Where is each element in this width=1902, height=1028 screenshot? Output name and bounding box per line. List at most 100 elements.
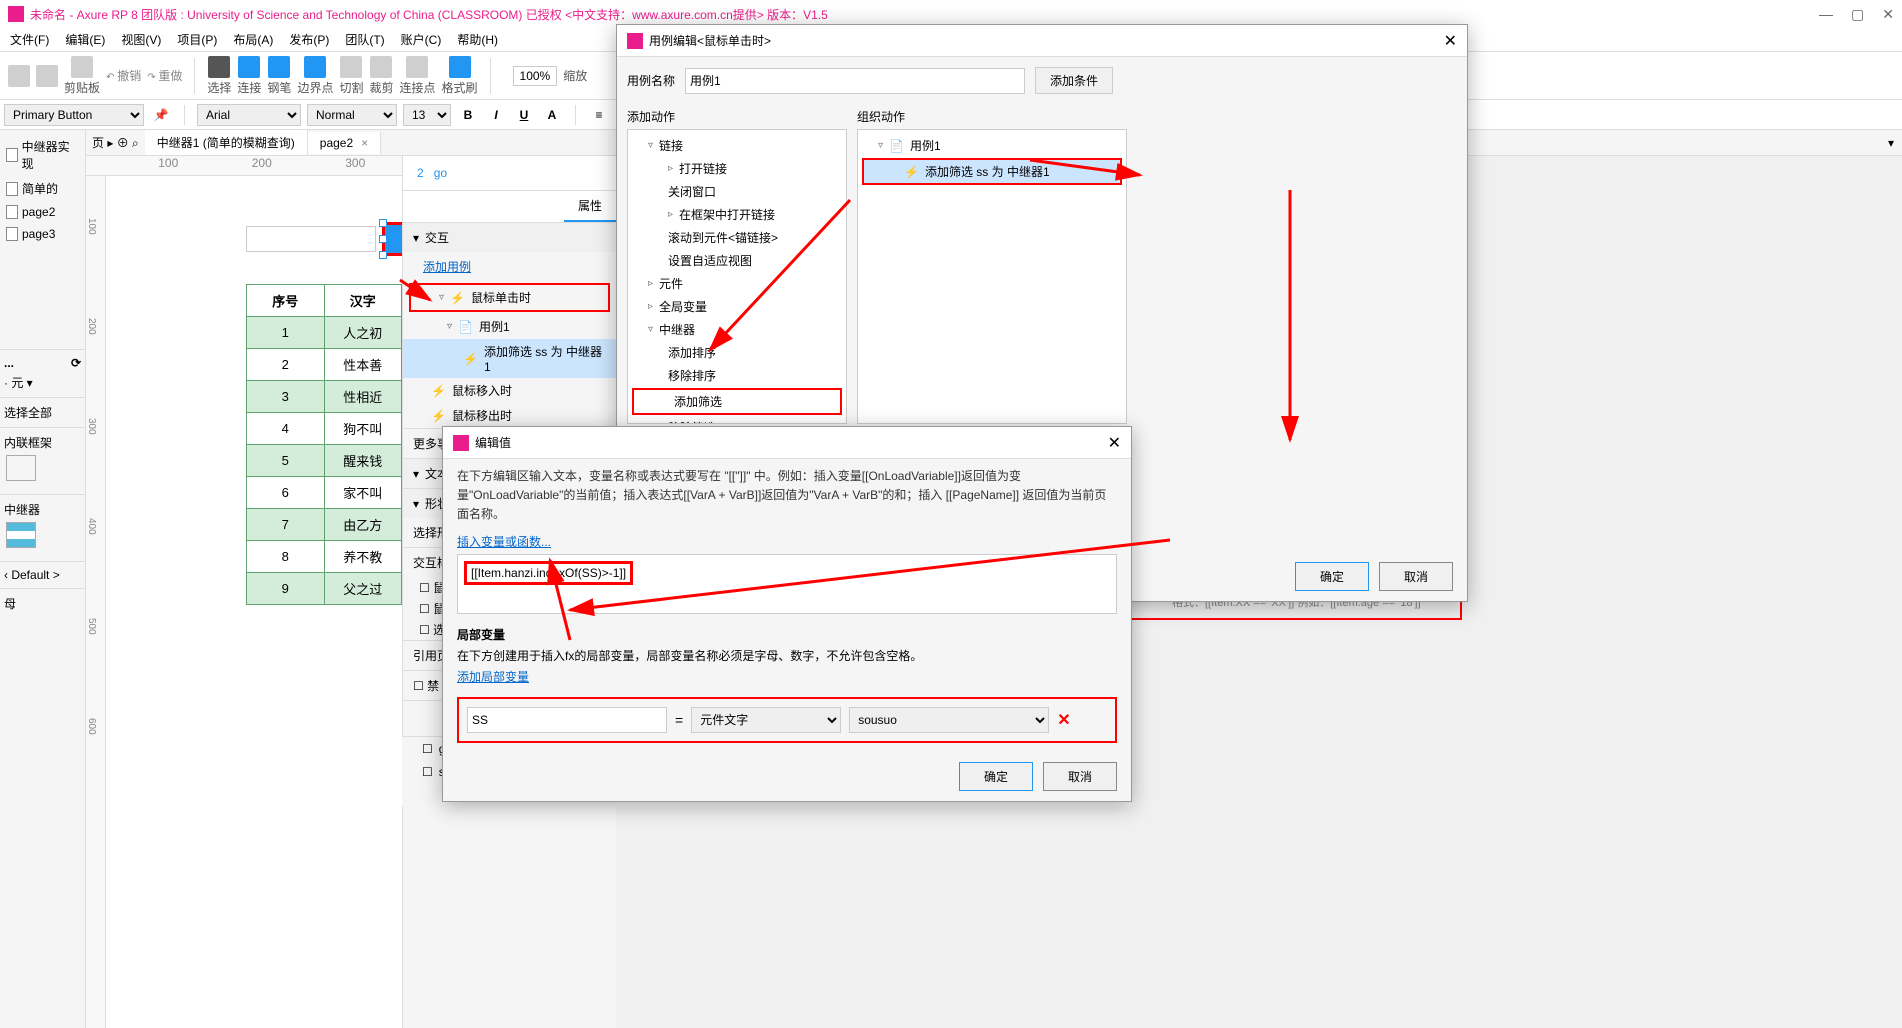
design-canvas[interactable]: 100200300 100200300 400500600 GO 2 1 序号汉…: [86, 156, 402, 1028]
action-close-window[interactable]: 关闭窗口: [628, 180, 846, 203]
menu-account[interactable]: 账户(C): [395, 29, 448, 50]
tab-repeater[interactable]: 中继器1 (简单的模糊查询): [145, 130, 308, 155]
page-item[interactable]: 中继器实现: [4, 134, 81, 176]
repeater-table[interactable]: 序号汉字 1人之初 2性本善 3性相近 4狗不叫 5醒来钱 6家不叫 7由乙方 …: [246, 284, 402, 605]
ok-button[interactable]: 确定: [959, 762, 1033, 791]
align-left-button[interactable]: ≡: [588, 104, 610, 126]
menu-team[interactable]: 团队(T): [339, 29, 390, 50]
tool-format[interactable]: 格式刷: [442, 56, 478, 96]
default-lib[interactable]: ‹ Default >: [4, 568, 81, 582]
underline-button[interactable]: U: [513, 104, 535, 126]
cancel-button[interactable]: 取消: [1043, 762, 1117, 791]
tool-connect[interactable]: 连接: [237, 56, 261, 96]
tool-crop[interactable]: 裁剪: [369, 56, 393, 96]
minimize-icon[interactable]: —: [1819, 6, 1833, 23]
delete-var-icon[interactable]: ✕: [1057, 710, 1070, 730]
add-condition-button[interactable]: 添加条件: [1035, 67, 1113, 94]
action-open-in-frame[interactable]: ▹在框架中打开链接: [628, 203, 846, 226]
menu-arrange[interactable]: 布局(A): [227, 29, 279, 50]
close-icon[interactable]: ✕: [1882, 6, 1894, 23]
action-open-link[interactable]: ▹打开链接: [628, 157, 846, 180]
color-button[interactable]: A: [541, 104, 563, 126]
weight-select[interactable]: Normal: [307, 104, 397, 126]
size-select[interactable]: 13: [403, 104, 451, 126]
italic-button[interactable]: I: [485, 104, 507, 126]
dialog-close-icon[interactable]: ✕: [1444, 31, 1457, 51]
tool-zoom[interactable]: 缩放: [563, 67, 587, 84]
action-repeater-group[interactable]: ▿中继器: [628, 318, 846, 341]
insert-var-link[interactable]: 插入变量或函数...: [443, 533, 565, 550]
font-select[interactable]: Arial: [197, 104, 301, 126]
action-add-sort[interactable]: 添加排序: [628, 341, 846, 364]
page-icon: [6, 227, 18, 241]
dialog-close-icon[interactable]: ✕: [1108, 433, 1121, 453]
bold-button[interactable]: B: [457, 104, 479, 126]
tab-close-icon[interactable]: ×: [361, 136, 368, 150]
event-onmousein[interactable]: ⚡鼠标移入时: [403, 378, 616, 403]
pin-icon[interactable]: 📌: [150, 104, 172, 126]
tool-clipboard[interactable]: 剪贴板: [64, 56, 100, 96]
pen-icon: [268, 56, 290, 78]
event-onmouseout[interactable]: ⚡鼠标移出时: [403, 403, 616, 428]
action-remove-filter[interactable]: 移除筛选: [628, 416, 846, 424]
tab-overflow[interactable]: ▾: [1880, 136, 1902, 150]
tool-cut[interactable]: [8, 65, 30, 87]
zoom-level[interactable]: 100%: [513, 66, 558, 86]
add-case-link[interactable]: 添加用例: [403, 252, 491, 281]
dialog-title-bar[interactable]: 编辑值 ✕: [443, 427, 1131, 459]
action-link-group[interactable]: ▿链接: [628, 134, 846, 157]
event-onclick[interactable]: ▿⚡鼠标单击时: [409, 283, 610, 312]
action-global-var[interactable]: ▹全局变量: [628, 295, 846, 318]
menu-file[interactable]: 文件(F): [4, 29, 55, 50]
tool-connpoint[interactable]: 连接点: [399, 56, 435, 96]
var-target-select[interactable]: sousuo: [849, 707, 1049, 733]
page-item[interactable]: 简单的: [4, 176, 81, 201]
case-name-input[interactable]: [685, 68, 1025, 94]
tool-copy[interactable]: [36, 65, 58, 87]
expression-textarea[interactable]: [[Item.hanzi.indexOf(SS)>-1]]: [457, 554, 1117, 614]
action-item[interactable]: ⚡添加筛选 ss 为 中继器1: [403, 339, 616, 378]
ruler-horizontal: 100200300: [86, 156, 402, 176]
var-name-input[interactable]: [467, 707, 667, 733]
tab-properties[interactable]: 属性: [564, 191, 616, 222]
border-icon: [304, 56, 326, 78]
menu-project[interactable]: 项目(P): [171, 29, 223, 50]
dialog-title-bar[interactable]: 用例编辑<鼠标单击时> ✕: [617, 25, 1467, 57]
action-remove-sort[interactable]: 移除排序: [628, 364, 846, 387]
maximize-icon[interactable]: ▢: [1851, 6, 1864, 23]
page-item[interactable]: page2: [4, 201, 81, 223]
tool-select[interactable]: 选择: [207, 56, 231, 96]
menu-help[interactable]: 帮助(H): [451, 29, 504, 50]
tab-page2[interactable]: page2×: [308, 132, 381, 154]
tool-border[interactable]: 边界点: [297, 56, 333, 96]
case-item[interactable]: ▿📄 用例1: [403, 314, 616, 339]
local-var-row: = 元件文字 sousuo ✕: [457, 697, 1117, 743]
undo-label[interactable]: ↶ 撤销: [106, 67, 141, 84]
tool-slice[interactable]: 切割: [339, 56, 363, 96]
search-field-widget[interactable]: [246, 226, 376, 252]
action-widget-group[interactable]: ▹元件: [628, 272, 846, 295]
add-local-var-link[interactable]: 添加局部变量: [457, 664, 529, 689]
page-item[interactable]: page3: [4, 223, 81, 245]
bolt-icon: ⚡: [431, 409, 446, 423]
action-add-filter[interactable]: 添加筛选: [632, 388, 842, 415]
organize-case[interactable]: ▿📄 用例1: [858, 134, 1126, 157]
redo-label[interactable]: ↷ 重做: [147, 67, 182, 84]
masters-label[interactable]: 母: [4, 595, 81, 612]
widget-iframe[interactable]: [6, 455, 36, 481]
action-scroll-to[interactable]: 滚动到元件<锚链接>: [628, 226, 846, 249]
cancel-button[interactable]: 取消: [1379, 562, 1453, 591]
organize-action[interactable]: ⚡添加筛选 ss 为 中继器1: [862, 158, 1122, 185]
ok-button[interactable]: 确定: [1295, 562, 1369, 591]
section-interaction[interactable]: ▾ 交互: [403, 223, 616, 252]
action-set-adaptive[interactable]: 设置自适应视图: [628, 249, 846, 272]
widget-type-select[interactable]: Primary Button: [4, 104, 144, 126]
menu-view[interactable]: 视图(V): [115, 29, 167, 50]
widget-repeater[interactable]: [6, 522, 36, 548]
select-all[interactable]: 选择全部: [4, 404, 81, 421]
menu-edit[interactable]: 编辑(E): [59, 29, 111, 50]
tool-pen[interactable]: 钢笔: [267, 56, 291, 96]
menu-publish[interactable]: 发布(P): [283, 29, 335, 50]
pages-panel-tab[interactable]: 页 ▸ ⊕ ⌕: [86, 134, 145, 151]
var-type-select[interactable]: 元件文字: [691, 707, 841, 733]
